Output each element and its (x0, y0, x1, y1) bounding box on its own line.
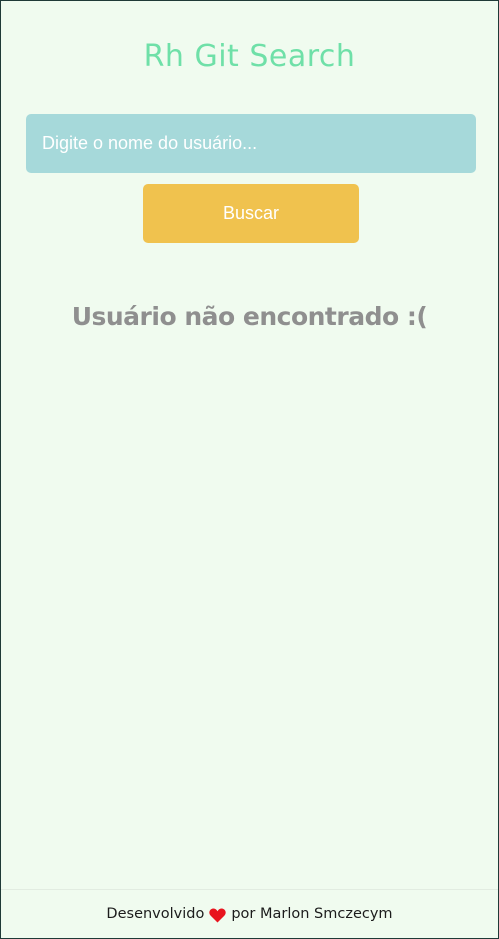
footer-prefix: Desenvolvido (106, 906, 205, 922)
search-button[interactable]: Buscar (143, 184, 359, 243)
app-container: Rh Git Search Buscar Usuário não encontr… (0, 0, 499, 939)
heart-icon (209, 908, 227, 923)
search-input[interactable] (26, 114, 476, 173)
not-found-message: Usuário não encontrado :( (71, 302, 428, 331)
footer-author: por Marlon Smczecym (231, 906, 393, 922)
footer: Desenvolvido por Marlon Smczecym (1, 889, 498, 938)
page-title: Rh Git Search (143, 39, 356, 74)
